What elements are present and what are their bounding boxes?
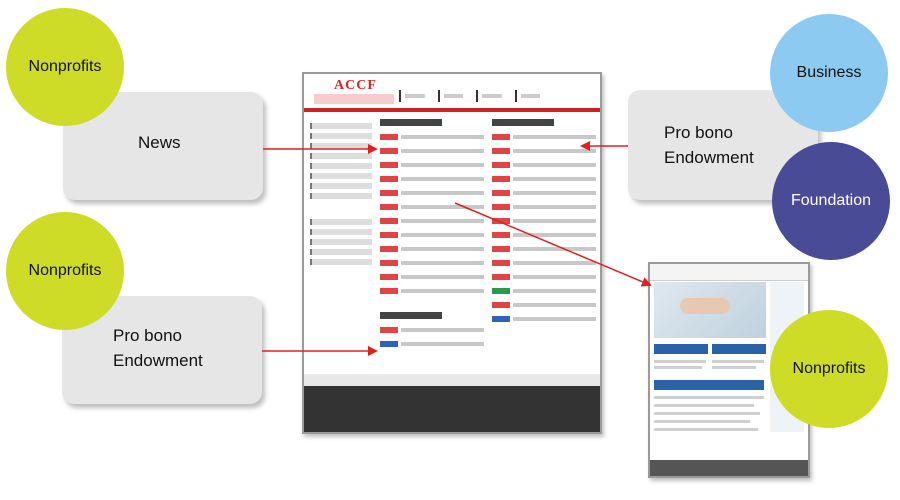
foundation-circle-label: Foundation <box>790 192 872 209</box>
site-logo: ACCF <box>334 78 377 93</box>
nonprofits-circle-right: Nonprofits <box>770 310 888 428</box>
main-site-screenshot: ACCF <box>302 72 602 434</box>
site-topbar <box>304 108 600 112</box>
nonprofits-circle-mid: Nonprofits <box>6 212 124 330</box>
site-sidebar <box>310 119 372 389</box>
business-circle: Business <box>770 14 888 132</box>
nonprofits-circle-top: Nonprofits <box>6 8 124 126</box>
secondary-site-header <box>650 264 808 281</box>
handshake-image <box>680 298 730 314</box>
business-circle-label: Business <box>796 64 862 81</box>
secondary-site-footer <box>650 460 808 476</box>
nonprofits-circle-right-label: Nonprofits <box>792 360 866 377</box>
site-footer <box>304 386 600 432</box>
probono-label-right-line2: Endowment <box>664 148 754 167</box>
site-support-column <box>492 119 596 389</box>
site-news-column <box>380 119 484 389</box>
site-footer-nav <box>304 374 600 386</box>
site-nav <box>399 90 549 108</box>
probono-label-left-line2: Endowment <box>113 351 203 370</box>
nonprofits-circle-top-label: Nonprofits <box>28 58 102 75</box>
site-logo-subtitle <box>314 94 394 104</box>
foundation-circle: Foundation <box>772 142 890 260</box>
probono-label-left-line1: Pro bono <box>113 326 182 345</box>
nonprofits-circle-mid-label: Nonprofits <box>28 262 102 279</box>
news-label: News <box>138 133 181 152</box>
probono-label-right-line1: Pro bono <box>664 123 733 142</box>
